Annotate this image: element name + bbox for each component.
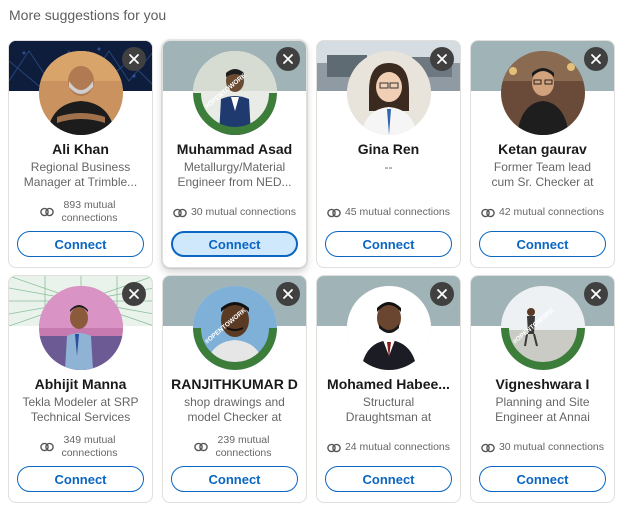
dismiss-button[interactable] [122,282,146,306]
suggestion-card[interactable]: #OPENTOWORK Vigneshwara I Planning and S… [470,275,615,503]
dismiss-button[interactable] [122,47,146,71]
member-name[interactable]: RANJITHKUMAR D [169,376,300,392]
close-icon [591,54,601,64]
suggestion-card[interactable]: Abhijit Manna Tekla Modeler at SRP Techn… [8,275,153,503]
connect-button[interactable]: Connect [479,231,606,257]
avatar[interactable] [192,51,277,135]
connect-button[interactable]: Connect [17,231,144,257]
mutual-connections-icon [39,207,54,217]
mutual-connections: 45 mutual connections [325,206,452,219]
mutual-connections-text: 30 mutual connections [498,441,605,453]
mutual-connections-icon [481,443,495,452]
mutual-connections: 42 mutual connections [479,206,606,219]
connect-button[interactable]: Connect [479,466,606,492]
dismiss-button[interactable] [584,47,608,71]
mutual-connections-text: 24 mutual connections [344,441,451,453]
member-headline: -- [384,160,393,174]
dismiss-button[interactable] [430,47,454,71]
connect-button[interactable]: Connect [325,231,452,257]
member-name[interactable]: Mohamed Habee... [323,376,454,392]
member-headline: Planning and Site Engineer at Annai Infr… [495,395,590,424]
mutual-connections-text: 239 mutual connections [215,434,272,459]
member-name[interactable]: Gina Ren [323,141,454,157]
member-headline: Tekla Modeler at SRP Technical Services [22,395,139,424]
close-icon [437,54,447,64]
mutual-connections: 30 mutual connections [171,206,298,219]
connect-button[interactable]: Connect [171,231,298,257]
suggestion-card[interactable]: Ketan gaurav Former Team lead cum Sr. Ch… [470,40,615,268]
avatar[interactable] [38,51,123,135]
member-headline: Former Team lead cum Sr. Checker at Vega… [491,160,594,189]
avatar[interactable] [500,286,585,370]
mutual-connections-text: 349 mutual connections [61,434,118,459]
suggestion-card[interactable]: Gina Ren -- 45 mutual connections Connec… [316,40,461,268]
member-name[interactable]: Muhammad Asad [169,141,300,157]
close-icon [129,54,139,64]
dismiss-button[interactable] [276,47,300,71]
mutual-connections-icon [327,443,341,452]
suggestion-card[interactable]: #OPENTOWORK Muhammad Asad Metallurgy/Mat… [162,40,307,268]
member-name[interactable]: Ali Khan [15,141,146,157]
dismiss-button[interactable] [276,282,300,306]
connect-button[interactable]: Connect [171,466,298,492]
mutual-connections-text: 42 mutual connections [498,206,605,218]
mutual-connections-text: 30 mutual connections [190,206,297,218]
member-name[interactable]: Vigneshwara I [477,376,608,392]
mutual-connections: 24 mutual connections [325,441,452,454]
avatar[interactable] [346,51,431,135]
mutual-connections-text: 45 mutual connections [344,206,451,218]
suggestion-card[interactable]: Ali Khan Regional Business Manager at Tr… [8,40,153,268]
mutual-connections-icon [193,442,208,452]
member-headline: shop drawings and model Checker at VB... [184,395,285,424]
mutual-connections-icon [173,208,187,217]
member-headline: Regional Business Manager at Trimble... [23,160,138,189]
avatar[interactable] [500,51,585,135]
dismiss-button[interactable] [430,282,454,306]
connect-button[interactable]: Connect [325,466,452,492]
mutual-connections: 893 mutual connections [17,199,144,225]
mutual-connections-icon [39,442,54,452]
mutual-connections: 239 mutual connections [171,434,298,460]
avatar[interactable] [38,286,123,370]
mutual-connections-icon [327,208,341,217]
member-name[interactable]: Abhijit Manna [15,376,146,392]
suggestion-card[interactable]: #OPENTOWORK RANJITHKUMAR D shop drawings… [162,275,307,503]
member-headline: Metallurgy/Material Engineer from NED... [177,160,292,189]
section-title: More suggestions for you [9,7,167,23]
close-icon [283,54,293,64]
close-icon [591,289,601,299]
mutual-connections: 349 mutual connections [17,434,144,460]
close-icon [283,289,293,299]
connect-button[interactable]: Connect [17,466,144,492]
close-icon [129,289,139,299]
member-name[interactable]: Ketan gaurav [477,141,608,157]
dismiss-button[interactable] [584,282,608,306]
member-headline: Structural Draughtsman at Exce... [345,395,432,424]
avatar[interactable] [192,286,277,370]
close-icon [437,289,447,299]
mutual-connections-icon [481,208,495,217]
mutual-connections: 30 mutual connections [479,441,606,454]
avatar[interactable] [346,286,431,370]
suggestion-card[interactable]: Mohamed Habee... Structural Draughtsman … [316,275,461,503]
mutual-connections-text: 893 mutual connections [61,199,118,224]
suggestions-grid: Ali Khan Regional Business Manager at Tr… [8,40,615,503]
